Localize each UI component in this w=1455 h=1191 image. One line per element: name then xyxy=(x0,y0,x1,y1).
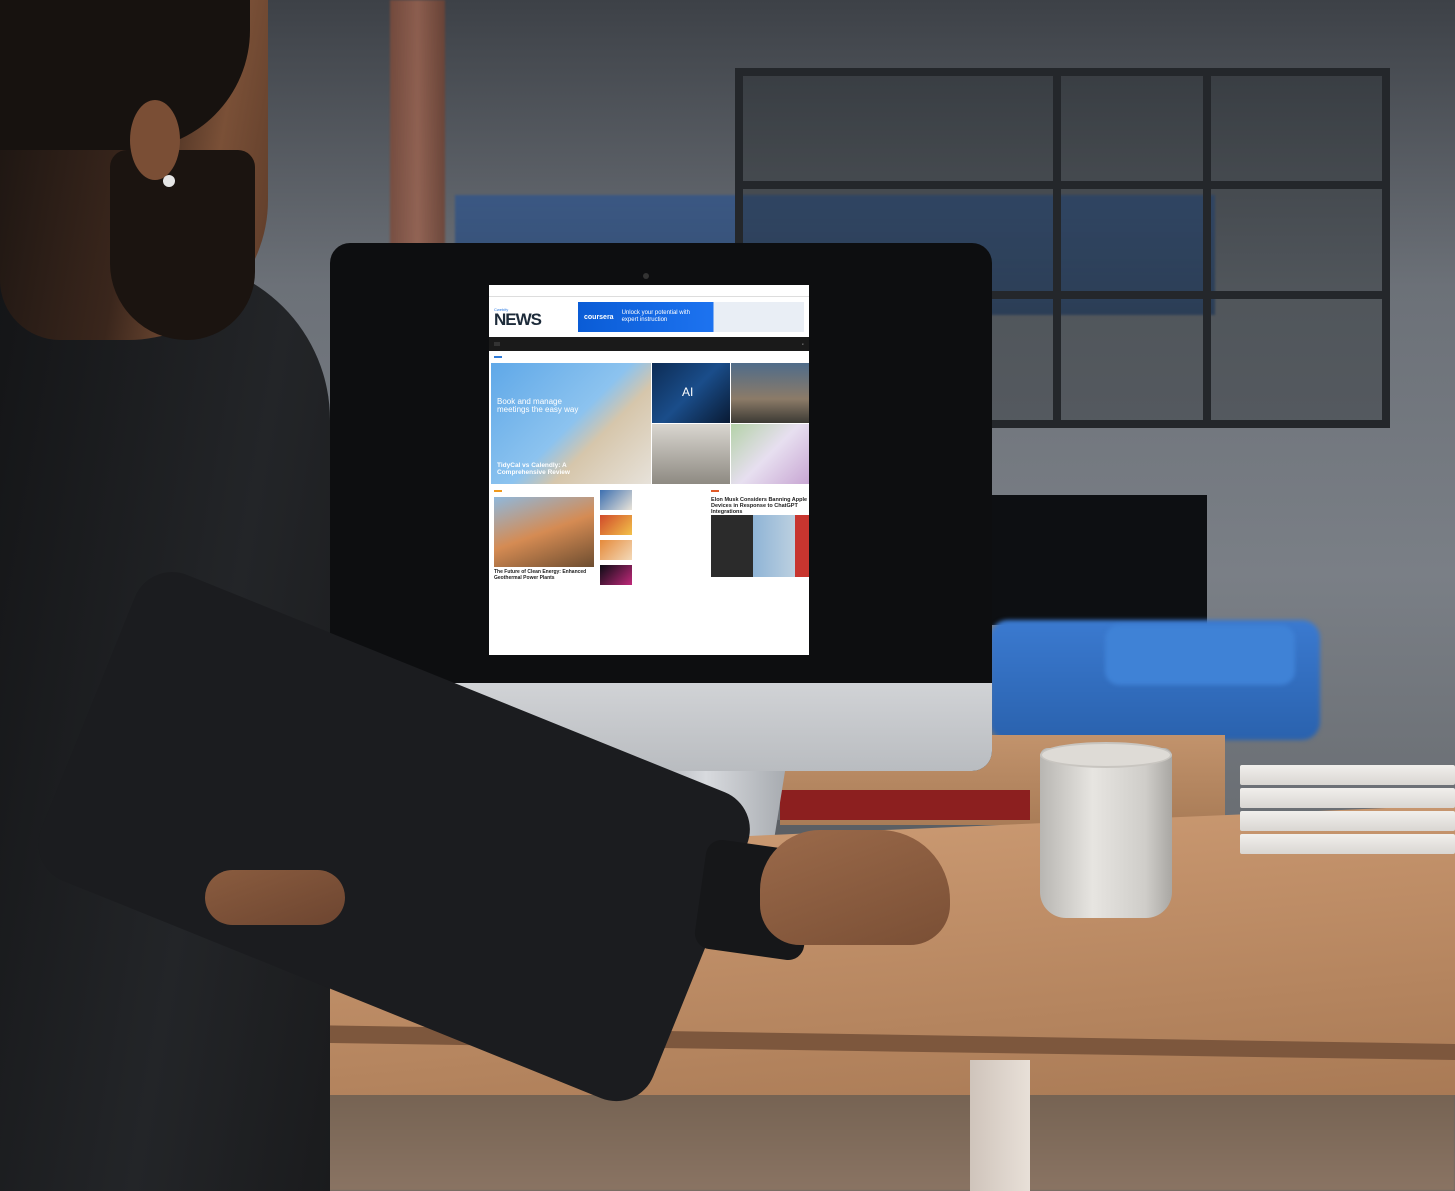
coffee-mug xyxy=(1040,748,1172,918)
section-tag xyxy=(711,490,719,492)
hero-banner-title: Book and manage meetings the easy way xyxy=(497,397,579,414)
camera-icon xyxy=(643,273,649,279)
feature-column: The Future of Clean Energy: Enhanced Geo… xyxy=(494,490,594,590)
list-item[interactable] xyxy=(600,490,705,510)
earring xyxy=(163,175,175,187)
credenza-red-panel xyxy=(780,790,1030,820)
search-icon[interactable]: ⌕ xyxy=(802,342,804,346)
hero-caption: TidyCal vs Calendly: A Comprehensive Rev… xyxy=(497,462,570,476)
ticker-tag xyxy=(494,356,502,358)
list-item[interactable] xyxy=(600,515,705,535)
sofa-cushion xyxy=(1105,625,1295,685)
nav-item[interactable] xyxy=(494,342,500,346)
man-left-hand xyxy=(205,870,345,925)
ad-brand: coursera xyxy=(584,313,614,321)
feature-image[interactable] xyxy=(494,497,594,567)
feature-title[interactable]: The Future of Clean Energy: Enhanced Geo… xyxy=(494,569,594,581)
list-item[interactable] xyxy=(600,540,705,560)
news-ticker xyxy=(489,351,809,363)
logo-title: NEWS xyxy=(494,309,542,329)
site-header: Cwebify NEWS coursera Unlock your potent… xyxy=(489,297,809,337)
ad-banner[interactable]: coursera Unlock your potential with expe… xyxy=(578,302,804,332)
section-tag xyxy=(494,490,502,492)
television xyxy=(992,495,1207,625)
hero-grid: Book and manage meetings the easy way Ti… xyxy=(489,363,809,484)
mini-list xyxy=(600,490,705,590)
site-logo[interactable]: Cwebify NEWS xyxy=(494,307,564,328)
lower-section: The Future of Clean Energy: Enhanced Geo… xyxy=(489,484,809,596)
desk-leg xyxy=(970,1060,1030,1191)
ad-text: Unlock your potential with expert instru… xyxy=(621,310,690,323)
right-title[interactable]: Elon Musk Considers Banning Apple Device… xyxy=(711,497,809,515)
ai-label: AI xyxy=(682,385,694,399)
list-item[interactable] xyxy=(600,565,705,585)
book-stack xyxy=(1240,765,1455,857)
hero-tile-performance[interactable] xyxy=(731,424,809,484)
man-hand xyxy=(760,830,950,945)
hero-tile-portrait[interactable] xyxy=(652,424,730,484)
right-column: Elon Musk Considers Banning Apple Device… xyxy=(711,490,809,590)
man-beard xyxy=(110,150,255,340)
mug-rim xyxy=(1040,742,1172,768)
hero-tile-ai[interactable]: AI xyxy=(652,363,730,423)
hero-tile-mountain[interactable] xyxy=(731,363,809,423)
site-topbar xyxy=(489,285,809,297)
hero-main-tile[interactable]: Book and manage meetings the easy way Ti… xyxy=(491,363,651,484)
site-nav: ⌕ xyxy=(489,337,809,351)
right-image[interactable] xyxy=(711,515,809,577)
man-ear xyxy=(130,100,180,180)
news-website[interactable]: Cwebify NEWS coursera Unlock your potent… xyxy=(489,285,809,655)
